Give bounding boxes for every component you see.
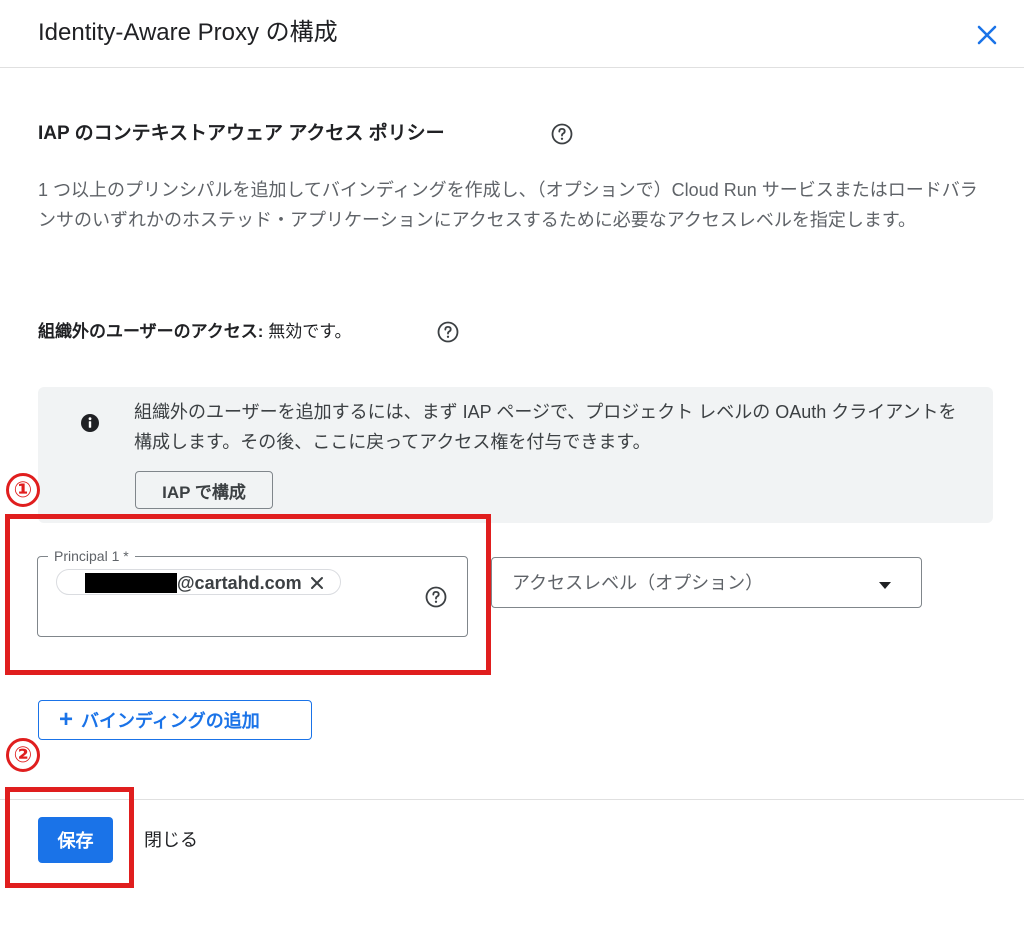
dropdown-arrow-icon: [878, 578, 892, 589]
policy-description: 1 つ以上のプリンシパルを追加してバインディングを作成し、（オプションで）Clo…: [38, 180, 978, 230]
dialog-title: Identity-Aware Proxy の構成: [38, 19, 338, 46]
annotation-box-1: [5, 514, 491, 675]
access-level-placeholder: アクセスレベル（オプション）: [512, 573, 764, 593]
help-icon[interactable]: [550, 122, 574, 146]
info-text: 組織外のユーザーを追加するには、まず IAP ページで、プロジェクト レベルの …: [134, 402, 957, 452]
access-level-select[interactable]: アクセスレベル（オプション）: [491, 557, 922, 608]
add-icon: +: [59, 706, 74, 733]
add-binding-button[interactable]: + バインディングの追加: [38, 700, 312, 740]
annotation-marker-2: ②: [6, 738, 40, 772]
help-icon[interactable]: [436, 320, 460, 344]
close-icon[interactable]: [970, 18, 1004, 52]
configure-iap-button[interactable]: IAP で構成: [135, 471, 273, 509]
external-access-value: 無効です。: [268, 322, 352, 341]
add-binding-label: バインディングの追加: [81, 711, 260, 731]
footer-divider: [0, 799, 1024, 800]
dialog-header: Identity-Aware Proxy の構成: [0, 0, 1024, 68]
close-button[interactable]: 閉じる: [144, 826, 198, 854]
save-button[interactable]: 保存: [38, 817, 113, 863]
external-access-label: 組織外のユーザーのアクセス:: [38, 322, 264, 341]
annotation-marker-1: ①: [6, 473, 40, 507]
info-icon: [80, 413, 100, 433]
external-access-status: 組織外のユーザーのアクセス: 無効です。: [38, 318, 352, 346]
info-banner: 組織外のユーザーを追加するには、まず IAP ページで、プロジェクト レベルの …: [38, 387, 993, 523]
section-title: IAP のコンテキストアウェア アクセス ポリシー: [38, 123, 445, 144]
